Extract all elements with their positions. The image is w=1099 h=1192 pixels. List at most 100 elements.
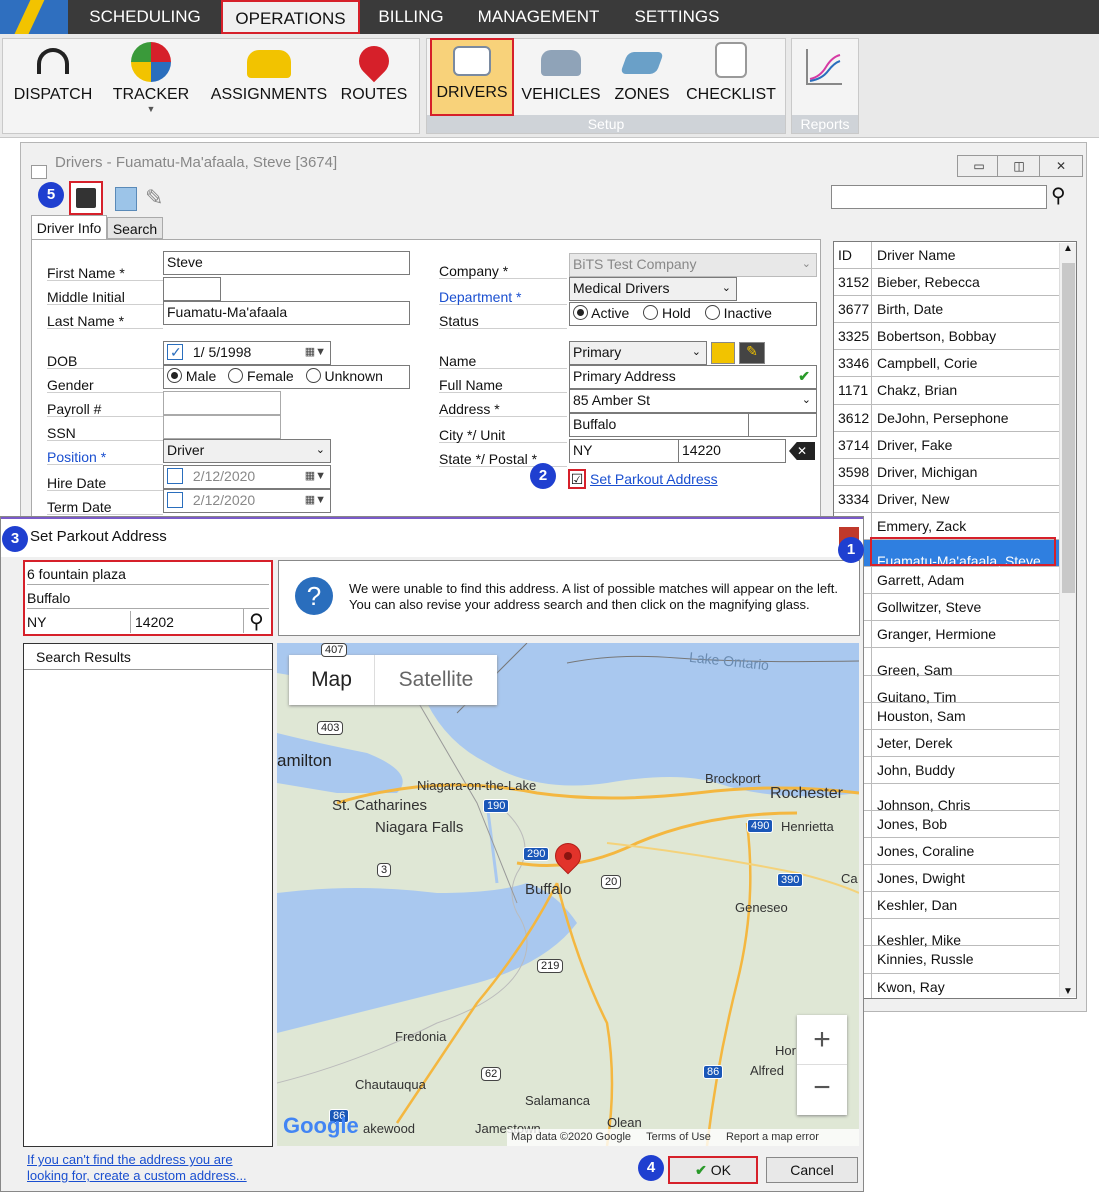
state-field[interactable]: NY (569, 439, 679, 463)
table-row[interactable]: 3598 Driver, Michigan (834, 458, 1076, 486)
city-field[interactable]: Buffalo (569, 413, 749, 437)
table-row[interactable]: 4Jeter, Derek (834, 729, 1076, 757)
paperclip-icon[interactable]: ✎ (145, 185, 163, 211)
table-row[interactable]: 8Keshler, Dan (834, 892, 1076, 920)
term-date-checkbox[interactable] (167, 492, 183, 508)
satellite-tab[interactable]: Satellite (375, 655, 497, 705)
table-row[interactable]: 9Kinnies, Russle (834, 946, 1076, 974)
table-row[interactable]: Johnson, Chris (834, 783, 1076, 813)
map-view[interactable]: Map Satellite Lake Ontario amilton St. C… (277, 643, 859, 1146)
table-row[interactable]: 3677 Birth, Date (834, 296, 1076, 324)
search-icon[interactable]: ⚲ (1051, 183, 1077, 209)
menu-management[interactable]: MANAGEMENT (466, 0, 611, 34)
first-name-field[interactable]: Steve (163, 251, 410, 275)
calendar-dropdown-icon[interactable]: ▦▼ (305, 490, 326, 510)
calendar-dropdown-icon[interactable]: ▦▼ (305, 342, 326, 362)
table-row[interactable]: 1Granger, Hermione (834, 621, 1076, 649)
table-row[interactable]: 3Emmery, Zack (834, 512, 1076, 541)
dialog-state-field[interactable]: NY (27, 611, 131, 633)
table-row[interactable]: 3152 Bieber, Rebecca (834, 269, 1076, 297)
table-row[interactable]: 4John, Buddy (834, 756, 1076, 784)
zoom-in-button[interactable]: + (797, 1015, 847, 1065)
grid-header-name[interactable]: Driver Name (872, 242, 956, 269)
dialog-city-field[interactable]: Buffalo (27, 587, 269, 609)
vehicles-button[interactable]: VEHICLES (520, 42, 602, 112)
maximize-button[interactable]: ◫ (997, 155, 1041, 177)
scroll-down-icon[interactable]: ▼ (1060, 986, 1076, 997)
minimize-button[interactable]: ▭ (957, 155, 1001, 177)
hire-date-picker[interactable]: 2/12/2020 ▦▼ (163, 465, 331, 489)
status-hold-radio[interactable] (643, 305, 659, 320)
search-input[interactable] (831, 185, 1047, 209)
table-row[interactable]: 2Jones, Dwight (834, 865, 1076, 893)
assignments-button[interactable]: ASSIGNMENTS (210, 42, 328, 112)
zones-button[interactable]: ZONES (612, 42, 672, 112)
scrollbar-thumb[interactable] (1062, 263, 1075, 593)
gender-female-radio[interactable] (228, 368, 244, 383)
address-field[interactable]: 85 Amber St ⌄ (569, 389, 817, 413)
cancel-button[interactable]: Cancel (766, 1157, 858, 1183)
set-parkout-link[interactable]: Set Parkout Address (590, 471, 718, 487)
reports-chart-icon[interactable] (806, 49, 842, 85)
gender-unknown-radio[interactable] (305, 368, 321, 383)
search-results-list[interactable]: Search Results (23, 643, 273, 1147)
full-name-field[interactable]: Primary Address ✔ (569, 365, 817, 389)
table-row[interactable]: 3346 Campbell, Corie (834, 350, 1076, 378)
dialog-address-field[interactable]: 6 fountain plaza (27, 563, 269, 585)
table-row[interactable]: 3714 Driver, Fake (834, 431, 1076, 459)
save-button[interactable] (69, 181, 103, 215)
checklist-button[interactable]: CHECKLIST (684, 42, 778, 112)
calendar-dropdown-icon[interactable]: ▦▼ (305, 466, 326, 486)
edit-address-icon[interactable]: ✎ (739, 342, 765, 364)
menu-billing[interactable]: BILLING (366, 0, 456, 34)
ok-button[interactable]: ✔ OK (668, 1156, 758, 1184)
grid-scrollbar[interactable]: ▲ ▼ (1059, 243, 1076, 997)
postal-field[interactable]: 14220 (678, 439, 786, 463)
tab-driver-info[interactable]: Driver Info (31, 215, 107, 239)
unit-field[interactable] (748, 413, 817, 437)
table-row[interactable]: 3612 DeJohn, Persephone (834, 404, 1076, 432)
table-row[interactable]: 0Jones, Coraline (834, 838, 1076, 866)
terms-link[interactable]: Terms of Use (646, 1131, 711, 1143)
department-select[interactable]: Medical Drivers ⌄ (569, 277, 737, 301)
hire-date-checkbox[interactable] (167, 468, 183, 484)
magnifier-icon[interactable]: ⚲ (243, 609, 269, 633)
dob-date-picker[interactable]: ✓ 1/ 5/1998 ▦▼ (163, 341, 331, 365)
zoom-out-button[interactable]: − (797, 1065, 847, 1115)
menu-operations[interactable]: OPERATIONS (221, 0, 360, 34)
table-row[interactable]: 1171 Chakz, Brian (834, 377, 1076, 405)
drivers-button[interactable]: DRIVERS (430, 38, 514, 116)
set-parkout-checkbox[interactable]: ☑ (568, 469, 586, 489)
map-lookup-icon[interactable] (711, 342, 735, 364)
tab-search[interactable]: Search (107, 217, 163, 239)
middle-initial-field[interactable] (163, 277, 221, 301)
menu-scheduling[interactable]: SCHEDULING (80, 0, 210, 34)
table-row[interactable]: 0Gollwitzer, Steve (834, 594, 1076, 622)
tracker-button[interactable]: TRACKER ▼ (106, 42, 196, 114)
table-row[interactable]: 9Houston, Sam (834, 702, 1076, 730)
scroll-up-icon[interactable]: ▲ (1060, 243, 1076, 254)
menu-settings[interactable]: SETTINGS (622, 0, 732, 34)
table-row[interactable]: Guitano, Tim (834, 675, 1076, 705)
table-row[interactable]: 3325 Bobertson, Bobbay (834, 323, 1076, 351)
dialog-postal-field[interactable]: 14202 (135, 611, 239, 633)
map-tab[interactable]: Map (289, 655, 375, 705)
table-row[interactable]: 5Kwon, Ray (834, 973, 1076, 998)
position-select[interactable]: Driver ⌄ (163, 439, 331, 463)
table-row[interactable]: 3334 Driver, New (834, 485, 1076, 513)
payroll-field[interactable] (163, 391, 281, 415)
term-date-picker[interactable]: 2/12/2020 ▦▼ (163, 489, 331, 513)
company-select[interactable]: BiTS Test Company ⌄ (569, 253, 817, 277)
custom-address-link[interactable]: If you can't find the address you are lo… (27, 1152, 267, 1184)
grid-header-id[interactable]: ID (834, 242, 872, 269)
close-button[interactable]: ✕ (1039, 155, 1083, 177)
address-name-select[interactable]: Primary ⌄ (569, 341, 707, 365)
routes-button[interactable]: ROUTES (336, 39, 412, 112)
dob-checkbox[interactable]: ✓ (167, 344, 183, 360)
ssn-field[interactable] (163, 415, 281, 439)
table-row[interactable]: Keshler, Mike (834, 919, 1076, 948)
last-name-field[interactable]: Fuamatu-Ma'afaala (163, 301, 410, 325)
status-active-radio[interactable] (573, 305, 588, 320)
gender-male-radio[interactable] (167, 368, 182, 383)
report-error-link[interactable]: Report a map error (726, 1131, 819, 1143)
